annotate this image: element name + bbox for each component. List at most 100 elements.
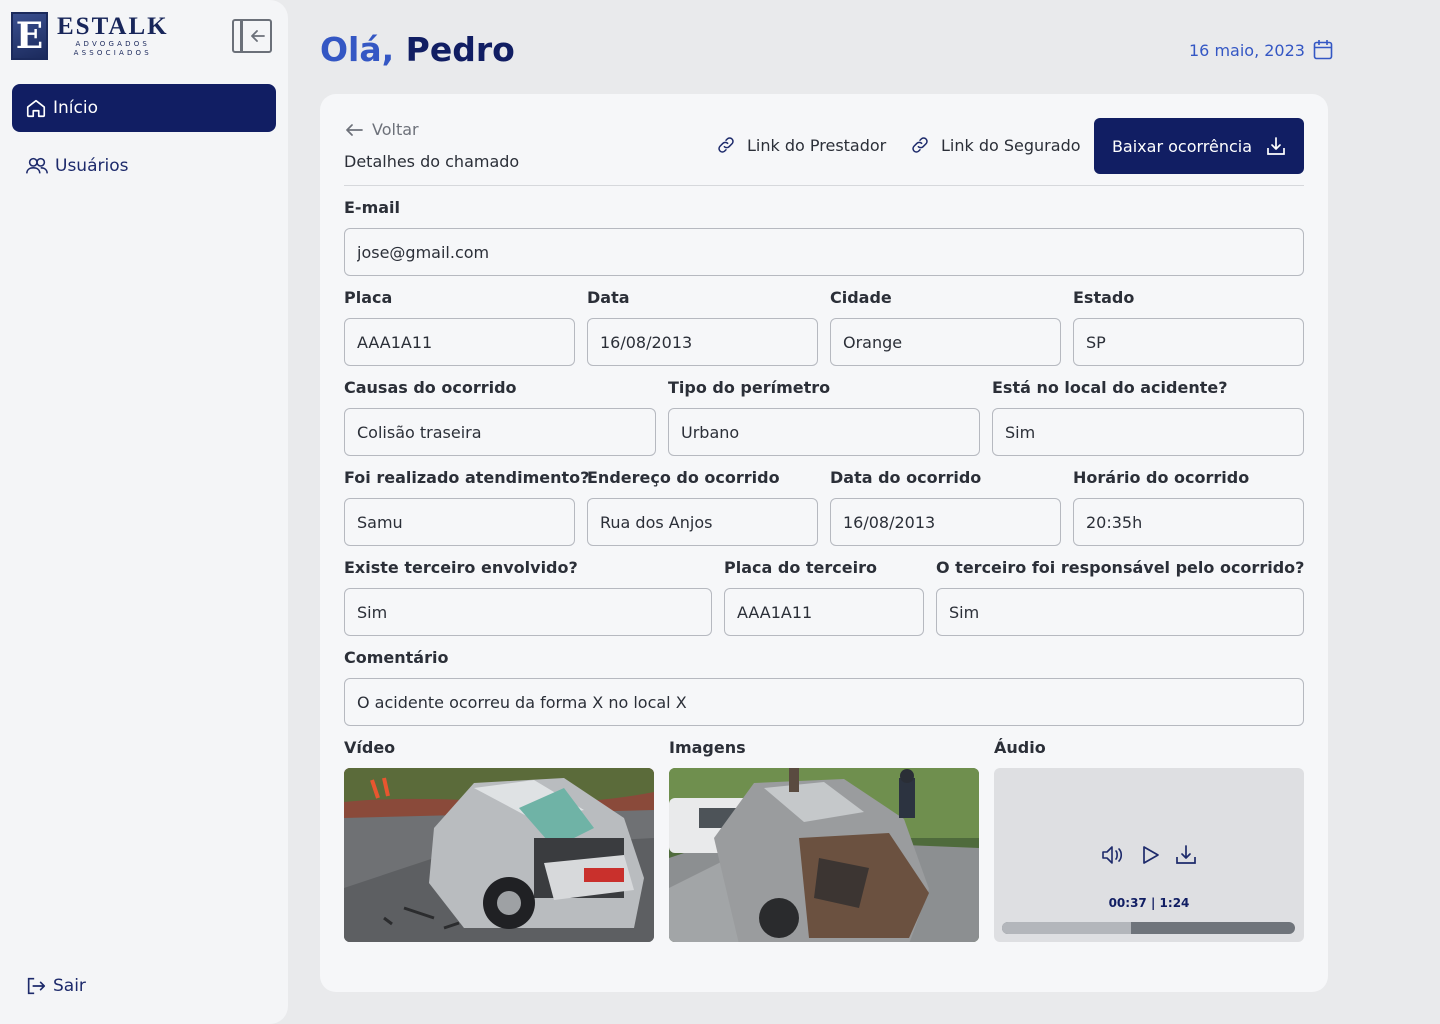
header-divider: [344, 185, 1304, 186]
time-separator: |: [1150, 896, 1156, 910]
endereco-label: Endereço do ocorrido: [587, 468, 780, 487]
cidade-input[interactable]: [830, 318, 1061, 366]
link-icon: [912, 137, 928, 153]
estado-input[interactable]: [1073, 318, 1304, 366]
perimetro-field-group: Tipo do perímetro: [668, 378, 980, 456]
download-icon: [1267, 137, 1285, 155]
comentario-field-group: Comentário: [344, 648, 1304, 726]
date-text: 16 maio, 2023: [1189, 40, 1305, 60]
causas-label: Causas do ocorrido: [344, 378, 517, 397]
calendar-icon: [1313, 40, 1333, 60]
responsavel-field-group: O terceiro foi responsável pelo ocorrido…: [936, 558, 1304, 636]
terceiro-label: Existe terceiro envolvido?: [344, 558, 578, 577]
download-icon[interactable]: [1175, 844, 1197, 866]
link-prestador-button[interactable]: Link do Prestador: [715, 135, 886, 155]
causas-field-group: Causas do ocorrido: [344, 378, 656, 456]
brand-sub-2: ASSOCIADOS: [73, 49, 152, 57]
horario-input[interactable]: [1073, 498, 1304, 546]
audio-progress-bar[interactable]: [1002, 922, 1295, 934]
data-ocorrido-label: Data do ocorrido: [830, 468, 982, 487]
logo-mark: E: [11, 12, 48, 60]
volume-icon[interactable]: [1101, 844, 1125, 866]
video-label: Vídeo: [344, 738, 396, 757]
local-label: Está no local do acidente?: [992, 378, 1228, 397]
link-segurado-button[interactable]: Link do Segurado: [909, 135, 1081, 155]
placa-field-group: Placa: [344, 288, 575, 366]
audio-current-time: 00:37: [1108, 896, 1147, 910]
link-segurado-label: Link do Segurado: [941, 135, 1081, 155]
greeting-name: Pedro: [405, 30, 515, 69]
placa-terceiro-field-group: Placa do terceiro: [724, 558, 924, 636]
estado-label: Estado: [1073, 288, 1135, 307]
endereco-field-group: Endereço do ocorrido: [587, 468, 818, 546]
audio-controls: [1101, 844, 1197, 866]
logout-icon: [27, 977, 46, 995]
local-input[interactable]: [992, 408, 1304, 456]
brand-logo[interactable]: E ESTALK ADVOGADOS ASSOCIADOS: [11, 11, 181, 61]
causas-input[interactable]: [344, 408, 656, 456]
estado-field-group: Estado: [1073, 288, 1304, 366]
data-input[interactable]: [587, 318, 818, 366]
audio-total-time: 1:24: [1159, 896, 1190, 910]
data-field-group: Data: [587, 288, 818, 366]
data-ocorrido-field-group: Data do ocorrido: [830, 468, 1061, 546]
collapse-sidebar-button[interactable]: [232, 19, 272, 53]
data-ocorrido-input[interactable]: [830, 498, 1061, 546]
endereco-input[interactable]: [587, 498, 818, 546]
audio-progress-fill: [1002, 922, 1131, 934]
comentario-input[interactable]: [344, 678, 1304, 726]
email-input[interactable]: [344, 228, 1304, 276]
images-label: Imagens: [669, 738, 746, 757]
cidade-field-group: Cidade: [830, 288, 1061, 366]
back-label: Voltar: [372, 120, 419, 139]
sidebar-item-usuarios[interactable]: Usuários: [12, 142, 276, 190]
data-label: Data: [587, 288, 630, 307]
logo-text: ESTALK ADVOGADOS ASSOCIADOS: [57, 14, 169, 58]
download-occurrence-button[interactable]: Baixar ocorrência: [1094, 118, 1304, 174]
atendimento-field-group: Foi realizado atendimento?: [344, 468, 590, 546]
cidade-label: Cidade: [830, 288, 892, 307]
logout-label: Sair: [53, 976, 86, 996]
home-icon: [26, 99, 46, 118]
page-title: Olá, Pedro: [320, 30, 515, 69]
arrow-left-icon: [250, 30, 265, 42]
play-icon[interactable]: [1139, 844, 1161, 866]
comentario-label: Comentário: [344, 648, 449, 667]
audio-time: 00:37 | 1:24: [994, 896, 1304, 910]
terceiro-input[interactable]: [344, 588, 712, 636]
link-prestador-label: Link do Prestador: [747, 135, 887, 155]
images-thumbnail[interactable]: [669, 768, 979, 942]
email-field-group: E-mail: [344, 198, 1304, 276]
email-label: E-mail: [344, 198, 401, 217]
audio-label: Áudio: [994, 738, 1046, 757]
audio-player: 00:37 | 1:24: [994, 768, 1304, 942]
video-thumbnail[interactable]: [344, 768, 654, 942]
back-button[interactable]: Voltar: [344, 120, 419, 139]
wrecked-car-image: [669, 768, 979, 942]
placa-input[interactable]: [344, 318, 575, 366]
arrow-left-icon: [346, 123, 363, 136]
perimetro-label: Tipo do perímetro: [668, 378, 831, 397]
atendimento-input[interactable]: [344, 498, 575, 546]
crashed-car-image: [344, 768, 654, 942]
brand-name: ESTALK: [57, 13, 169, 40]
responsavel-label: O terceiro foi responsável pelo ocorrido…: [936, 558, 1305, 577]
users-icon: [26, 157, 48, 174]
download-label: Baixar ocorrência: [1111, 136, 1253, 156]
sidebar-item-label: Usuários: [55, 156, 129, 176]
placa-label: Placa: [344, 288, 393, 307]
placa-terceiro-input[interactable]: [724, 588, 924, 636]
atendimento-label: Foi realizado atendimento?: [344, 468, 590, 487]
logout-button[interactable]: Sair: [25, 975, 86, 997]
responsavel-input[interactable]: [936, 588, 1304, 636]
collapse-bar: [240, 21, 243, 51]
horario-field-group: Horário do ocorrido: [1073, 468, 1304, 546]
card-title: Detalhes do chamado: [344, 152, 520, 171]
details-card: Voltar Detalhes do chamado Link do Prest…: [320, 94, 1328, 992]
greeting-hi: Olá,: [320, 30, 395, 69]
date-display[interactable]: 16 maio, 2023: [1189, 39, 1333, 61]
sidebar-item-inicio[interactable]: Início: [12, 84, 276, 132]
link-icon: [718, 137, 734, 153]
placa-terceiro-label: Placa do terceiro: [724, 558, 877, 577]
perimetro-input[interactable]: [668, 408, 980, 456]
